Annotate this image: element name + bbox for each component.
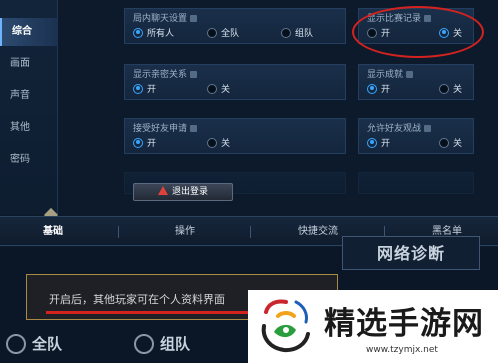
chat-option-party[interactable]: 组队	[281, 27, 313, 41]
highlight-underline	[46, 311, 251, 314]
friend-request-panel: 接受好友申请 开 关	[124, 118, 346, 154]
site-watermark: 精选手游网 www.tzymjx.net	[248, 290, 498, 363]
tab-basic[interactable]: 基础	[0, 217, 106, 247]
sidebar-item-password[interactable]: 密码	[0, 146, 58, 174]
settings-sidebar: 综合 画面 声音 其他 密码	[0, 0, 58, 214]
intimacy-title: 显示亲密关系	[133, 67, 198, 80]
radio-unselected-icon	[134, 333, 154, 354]
info-icon[interactable]	[190, 125, 198, 132]
warning-icon	[157, 186, 168, 195]
tab-separator	[250, 226, 251, 238]
info-icon[interactable]	[190, 71, 198, 78]
intimacy-off[interactable]: 关	[207, 83, 230, 97]
info-icon[interactable]	[190, 15, 198, 22]
spectate-on[interactable]: 开	[367, 137, 390, 151]
tab-separator	[118, 226, 119, 238]
achievement-off[interactable]: 关	[439, 83, 462, 97]
highlight-ellipse	[352, 6, 484, 58]
watermark-url: www.tzymjx.net	[366, 345, 438, 355]
sidebar-item-sound[interactable]: 声音	[0, 82, 58, 110]
radio-unselected-icon	[439, 137, 449, 148]
friend-request-off[interactable]: 关	[207, 137, 230, 151]
radio-unselected-icon	[439, 83, 449, 94]
watermark-title: 精选手游网	[324, 306, 484, 342]
zoom-option-team[interactable]: 全队	[6, 332, 62, 356]
chat-option-all[interactable]: 所有人	[133, 27, 174, 41]
radio-selected-icon	[367, 137, 377, 148]
chat-setting-panel: 局内聊天设置 所有人 全队 组队	[124, 8, 346, 44]
achievement-panel: 显示成就 开 关	[358, 64, 474, 100]
friend-request-title: 接受好友申请	[133, 121, 198, 134]
site-logo-icon	[261, 299, 310, 353]
radio-unselected-icon	[207, 137, 217, 148]
chat-setting-title: 局内聊天设置	[133, 11, 198, 24]
radio-selected-icon	[367, 83, 377, 94]
friend-request-on[interactable]: 开	[133, 137, 156, 151]
radio-selected-icon	[133, 137, 143, 148]
achievement-on[interactable]: 开	[367, 83, 390, 97]
zoom-option-party[interactable]: 组队	[134, 332, 190, 356]
faded-panel-right	[358, 172, 474, 194]
tooltip-text: 开启后，其他玩家可在个人资料界面	[49, 293, 225, 306]
achievement-title: 显示成就	[367, 67, 414, 80]
radio-unselected-icon	[6, 333, 26, 354]
spectate-panel: 允许好友观战 开 关	[358, 118, 474, 154]
info-icon[interactable]	[424, 125, 432, 132]
info-icon[interactable]	[406, 71, 414, 78]
radio-unselected-icon	[281, 27, 291, 38]
radio-selected-icon	[133, 83, 143, 94]
sidebar-item-display[interactable]: 画面	[0, 50, 58, 78]
sidebar-item-other[interactable]: 其他	[0, 114, 58, 142]
radio-unselected-icon	[207, 83, 217, 94]
logout-button[interactable]: 退出登录	[133, 183, 233, 201]
spectate-off[interactable]: 关	[439, 137, 462, 151]
tab-operation[interactable]: 操作	[130, 217, 240, 247]
radio-unselected-icon	[207, 27, 217, 38]
sidebar-item-general[interactable]: 综合	[0, 18, 58, 46]
intimacy-panel: 显示亲密关系 开 关	[124, 64, 346, 100]
spectate-title: 允许好友观战	[367, 121, 432, 134]
network-diagnosis-button[interactable]: 网络诊断	[342, 236, 480, 270]
intimacy-on[interactable]: 开	[133, 83, 156, 97]
radio-selected-icon	[133, 27, 143, 38]
chat-option-team[interactable]: 全队	[207, 27, 239, 41]
